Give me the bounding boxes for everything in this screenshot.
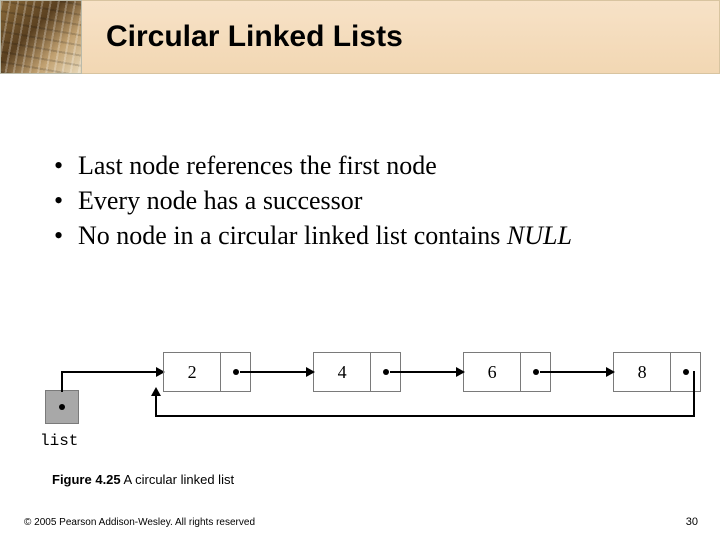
arrow-segment — [693, 371, 695, 417]
arrow-segment — [61, 372, 63, 392]
loopback-arrow — [155, 371, 700, 419]
figure-number: Figure 4.25 — [52, 472, 121, 487]
arrowhead-icon — [151, 387, 161, 396]
header-decorative-image — [0, 0, 82, 74]
list-head-pointer-box — [45, 390, 79, 424]
slide-header: Circular Linked Lists — [0, 0, 720, 74]
figure-caption-text: A circular linked list — [121, 472, 234, 487]
bullet-text: Last node references the first node — [78, 151, 437, 180]
arrow-segment — [155, 395, 157, 417]
null-keyword: NULL — [507, 221, 572, 250]
arrow-segment — [61, 371, 156, 373]
list-variable-label: list — [40, 432, 78, 450]
arrow-segment — [155, 415, 695, 417]
figure-diagram: list 2 4 6 8 — [35, 334, 685, 454]
bullet-list: Last node references the first node Ever… — [52, 150, 668, 252]
pointer-dot-icon — [59, 404, 65, 410]
figure-caption: Figure 4.25 A circular linked list — [52, 472, 234, 487]
page-number: 30 — [686, 516, 698, 528]
content-area: Last node references the first node Ever… — [52, 150, 668, 256]
copyright-footer: © 2005 Pearson Addison-Wesley. All right… — [24, 517, 255, 528]
bullet-text: Every node has a successor — [78, 186, 362, 215]
bullet-text: No node in a circular linked list contai… — [78, 221, 500, 250]
bullet-item: Every node has a successor — [52, 185, 668, 216]
header-title-bar: Circular Linked Lists — [82, 0, 720, 74]
slide-title: Circular Linked Lists — [106, 20, 403, 54]
bullet-item: Last node references the first node — [52, 150, 668, 181]
bullet-item: No node in a circular linked list contai… — [52, 220, 668, 251]
